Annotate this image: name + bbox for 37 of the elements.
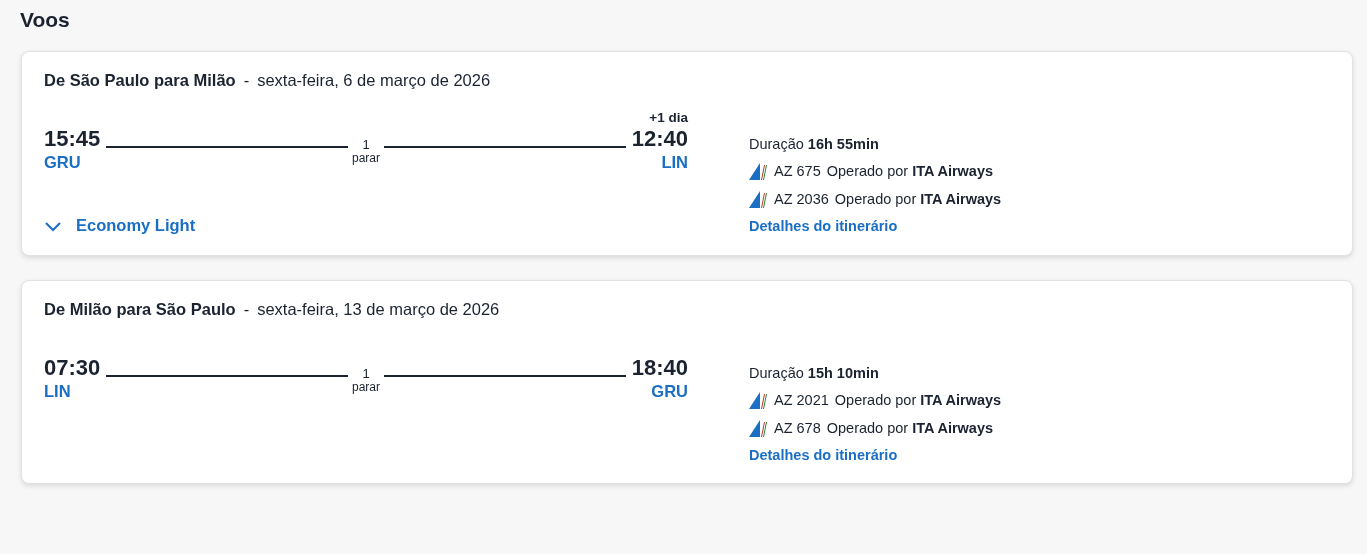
operator-text: Operado por ITA Airways	[826, 163, 994, 179]
flight-number: AZ 2021	[774, 392, 829, 408]
departure-time: 07:30	[44, 355, 101, 381]
stop-count: 1	[362, 138, 370, 152]
flight-number: AZ 675	[774, 163, 821, 179]
stop-count: 1	[362, 367, 370, 381]
arrival-time: 18:40	[631, 355, 688, 381]
duration: Duração 15h 10min	[749, 365, 880, 381]
stop-label: parar	[352, 381, 380, 394]
itinerary-details-link[interactable]: Detalhes do itinerário	[749, 218, 1002, 234]
stop-label: parar	[352, 152, 380, 165]
route-title: De Milão para São Paulo	[44, 300, 236, 319]
duration: Duração 16h 55min	[749, 136, 880, 152]
flight-number: AZ 678	[774, 420, 821, 436]
flight-date: sexta-feira, 13 de março de 2026	[257, 300, 500, 319]
tail-logo-icon	[749, 162, 768, 180]
operator-text: Operado por ITA Airways	[826, 420, 994, 436]
section-title: Voos	[20, 7, 71, 33]
itinerary-details-link[interactable]: Detalhes do itinerário	[749, 447, 1002, 463]
route-title: De São Paulo para Milão	[44, 71, 236, 90]
flight-number: AZ 2036	[774, 191, 829, 207]
separator: -	[243, 71, 250, 90]
departure-airport: GRU	[44, 152, 82, 172]
operator-text: Operado por ITA Airways	[834, 191, 1002, 207]
departure-airport: LIN	[44, 381, 72, 401]
tail-logo-icon	[749, 391, 768, 409]
tail-logo-icon	[749, 419, 768, 437]
arrival-time: 12:40	[631, 126, 688, 152]
flight-date: sexta-feira, 6 de março de 2026	[257, 71, 491, 90]
arrival-airport: GRU	[650, 381, 688, 401]
day-offset: +1 dia	[649, 110, 688, 125]
fare-toggle[interactable]: Economy Light	[76, 216, 196, 235]
operator-text: Operado por ITA Airways	[834, 392, 1002, 408]
tail-logo-icon	[749, 190, 768, 208]
departure-time: 15:45	[44, 126, 101, 152]
separator: -	[243, 300, 250, 319]
arrival-airport: LIN	[660, 152, 688, 172]
